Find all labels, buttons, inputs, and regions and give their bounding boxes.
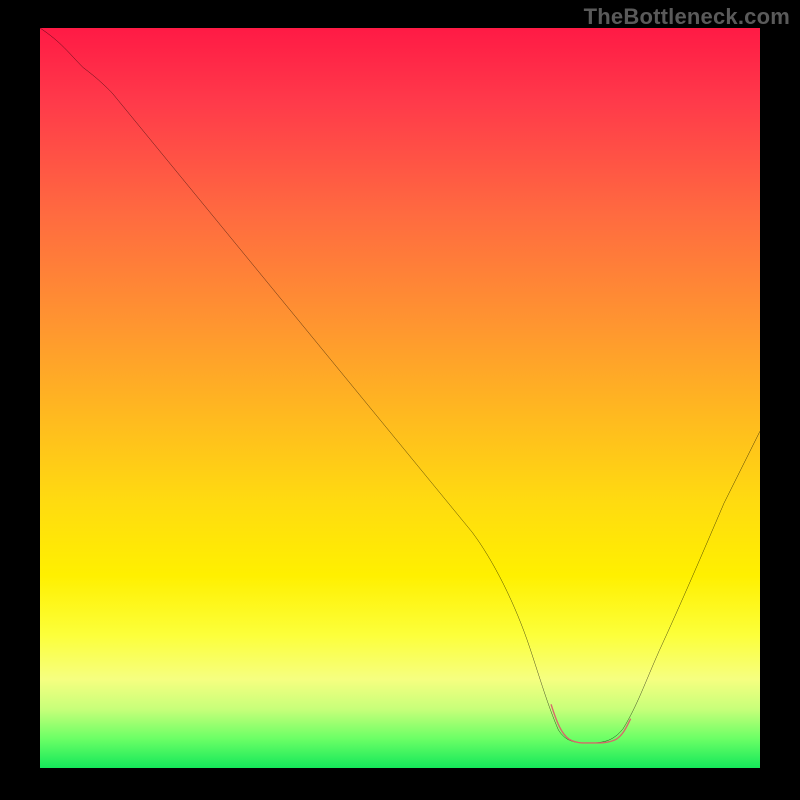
bottleneck-curve [40, 28, 760, 743]
optimal-range-highlight [551, 705, 630, 743]
chart-frame: TheBottleneck.com [0, 0, 800, 800]
watermark-text: TheBottleneck.com [584, 4, 790, 30]
chart-svg [40, 28, 760, 748]
plot-area [40, 28, 760, 768]
